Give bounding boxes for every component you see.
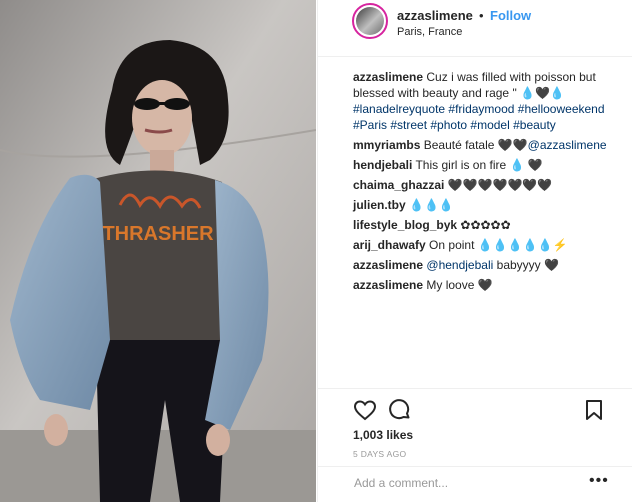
- post-image[interactable]: THRASHER: [0, 0, 316, 502]
- comment-mention[interactable]: @hendjebali: [426, 258, 493, 272]
- comment-mention[interactable]: @azzaslimene: [528, 138, 607, 152]
- comment-item: mmyriambs Beauté fatale 🖤🖤@azzaslimene: [353, 137, 621, 153]
- follow-button[interactable]: Follow: [490, 8, 531, 23]
- avatar-image: [356, 7, 384, 35]
- comment-username[interactable]: lifestyle_blog_byk: [353, 218, 457, 232]
- comment-text: ✿✿✿✿✿: [460, 218, 511, 232]
- post-location[interactable]: Paris, France: [397, 26, 462, 38]
- comment-item: chaima_ghazzai 🖤🖤🖤🖤🖤🖤🖤: [353, 177, 621, 193]
- comment-item: hendjebali This girl is on fire 💧 🖤: [353, 157, 621, 173]
- more-options-icon[interactable]: •••: [589, 472, 609, 490]
- comment-text: This girl is on fire 💧 🖤: [415, 158, 543, 172]
- post-caption: azzaslimene Cuz i was filled with poisso…: [353, 69, 621, 133]
- post-actions: 1,003 likes 5 DAYS AGO •••: [318, 388, 632, 497]
- comment-item: azzaslimene @hendjebali babyyyy 🖤: [353, 257, 621, 273]
- comment-text: babyyyy 🖤: [496, 258, 559, 272]
- caption-hashtags[interactable]: #lanadelreyquote #fridaymood #hellooweek…: [353, 102, 605, 132]
- heart-icon[interactable]: [353, 398, 377, 422]
- comment-text: 💧💧💧: [409, 198, 454, 212]
- post-username[interactable]: azzaslimene: [397, 8, 473, 23]
- comment-item: arij_dhawafy On point 💧💧💧💧💧⚡: [353, 237, 621, 253]
- comment-username[interactable]: julien.tby: [353, 198, 406, 212]
- comment-username[interactable]: mmyriambs: [353, 138, 420, 152]
- comment-username[interactable]: hendjebali: [353, 158, 412, 172]
- post-timestamp: 5 DAYS AGO: [353, 449, 407, 459]
- likes-count[interactable]: 1,003 likes: [353, 428, 413, 442]
- caption-username[interactable]: azzaslimene: [353, 70, 423, 84]
- post-details-panel: azzaslimene • Follow Paris, France azzas…: [317, 0, 632, 502]
- comment-text: My loove 🖤: [426, 278, 493, 292]
- add-comment-section: •••: [318, 466, 632, 498]
- comment-item: lifestyle_blog_byk ✿✿✿✿✿: [353, 217, 621, 233]
- post-photo-illustration: THRASHER: [0, 0, 316, 502]
- comment-input[interactable]: [352, 473, 576, 493]
- comment-username[interactable]: azzaslimene: [353, 278, 423, 292]
- bookmark-icon[interactable]: [582, 398, 606, 422]
- comment-item: julien.tby 💧💧💧: [353, 197, 621, 213]
- instagram-post: THRASHER azzaslimene • Follow Paris, Fra…: [0, 0, 632, 502]
- comment-text: 🖤🖤🖤🖤🖤🖤🖤: [447, 178, 553, 192]
- comment-item: azzaslimene My loove 🖤: [353, 277, 621, 293]
- post-header: azzaslimene • Follow Paris, France: [318, 0, 632, 57]
- avatar[interactable]: [352, 3, 388, 39]
- comment-username[interactable]: arij_dhawafy: [353, 238, 426, 252]
- comment-icon[interactable]: [388, 398, 412, 422]
- comment-username[interactable]: chaima_ghazzai: [353, 178, 444, 192]
- comments-list: azzaslimene Cuz i was filled with poisso…: [353, 69, 621, 297]
- comment-text: On point 💧💧💧💧💧⚡: [429, 238, 568, 252]
- comment-text: Beauté fatale 🖤🖤: [423, 138, 528, 152]
- svg-text:THRASHER: THRASHER: [102, 223, 214, 245]
- comment-username[interactable]: azzaslimene: [353, 258, 423, 272]
- separator-dot: •: [479, 8, 484, 23]
